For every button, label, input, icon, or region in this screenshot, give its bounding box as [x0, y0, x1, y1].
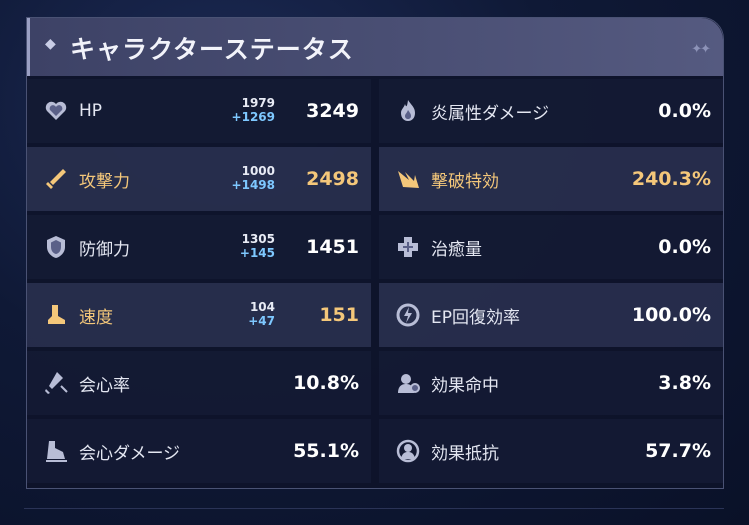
stat-row-healing[interactable]: 治癒量 0.0%	[379, 215, 723, 279]
stat-row-crit-rate[interactable]: 会心率 10.8%	[27, 351, 371, 415]
stat-bonus: +145	[239, 246, 275, 260]
stat-bonus: +47	[248, 314, 275, 328]
stat-base-values: 104 +47	[205, 300, 275, 328]
stat-label: 効果抵抗	[431, 443, 499, 464]
stat-value: 3.8%	[658, 372, 711, 394]
stat-row-crit-dmg[interactable]: 会心ダメージ 55.1%	[27, 419, 371, 483]
stat-label: 攻撃力	[79, 171, 130, 192]
crit-damage-icon	[41, 436, 71, 466]
break-effect-icon	[393, 164, 423, 194]
stat-row-spd[interactable]: 速度 104 +47 151	[27, 283, 371, 347]
stat-base-values: 1979 +1269	[205, 96, 275, 124]
stat-base: 1305	[241, 232, 275, 246]
stat-value: 55.1%	[293, 440, 359, 462]
stat-base: 1000	[241, 164, 275, 178]
stat-row-def[interactable]: 防御力 1305 +145 1451	[27, 215, 371, 279]
crit-rate-icon	[41, 368, 71, 398]
stat-label: 速度	[79, 307, 113, 328]
stat-base-values: 1000 +1498	[205, 164, 275, 192]
stat-value: 1451	[306, 236, 359, 258]
stat-bonus: +1498	[231, 178, 275, 192]
stat-row-energy-regen[interactable]: EP回復効率 100.0%	[379, 283, 723, 347]
stat-value: 100.0%	[631, 304, 711, 326]
stat-label: 撃破特効	[431, 171, 499, 192]
stat-base: 104	[249, 300, 275, 314]
stat-label: EP回復効率	[431, 307, 520, 328]
effect-res-icon	[393, 436, 423, 466]
stat-label: 炎属性ダメージ	[431, 103, 550, 124]
energy-regen-icon	[393, 300, 423, 330]
stat-bonus: +1269	[231, 110, 275, 124]
panel-title: キャラクターステータス	[70, 35, 354, 64]
fire-damage-icon	[393, 96, 423, 126]
stat-value: 2498	[306, 168, 359, 190]
stat-base: 1979	[241, 96, 275, 110]
stat-value: 0.0%	[658, 100, 711, 122]
stat-row-fire-dmg[interactable]: 炎属性ダメージ 0.0%	[379, 79, 723, 143]
shield-icon	[41, 232, 71, 262]
stat-label: 効果命中	[431, 375, 499, 396]
stat-value: 240.3%	[631, 168, 711, 190]
stat-row-effect-res[interactable]: 効果抵抗 57.7%	[379, 419, 723, 483]
healing-icon	[393, 232, 423, 262]
stat-label: 治癒量	[431, 239, 482, 260]
stat-row-effect-hit[interactable]: 効果命中 3.8%	[379, 351, 723, 415]
character-status-panel: ◆ キャラクターステータス ✦✦ HP 1979 +1269 3249 攻撃力 …	[26, 17, 724, 489]
stat-label: HP	[79, 101, 103, 121]
stat-label: 会心率	[79, 375, 130, 396]
effect-hit-icon	[393, 368, 423, 398]
stat-row-atk[interactable]: 攻撃力 1000 +1498 2498	[27, 147, 371, 211]
sword-icon	[41, 164, 71, 194]
stat-label: 防御力	[79, 239, 130, 260]
stat-value: 3249	[306, 100, 359, 122]
stat-label: 会心ダメージ	[79, 443, 181, 464]
boot-icon	[41, 300, 71, 330]
panel-header: ◆ キャラクターステータス ✦✦	[27, 18, 723, 76]
stat-value: 0.0%	[658, 236, 711, 258]
bottom-divider	[24, 508, 724, 509]
stat-row-break-effect[interactable]: 撃破特効 240.3%	[379, 147, 723, 211]
stat-value: 10.8%	[293, 372, 359, 394]
header-diamond-icon: ◆	[45, 36, 56, 52]
heart-icon	[41, 96, 71, 126]
stat-value: 57.7%	[645, 440, 711, 462]
stat-base-values: 1305 +145	[205, 232, 275, 260]
header-sparkle-icon: ✦✦	[691, 42, 711, 57]
stat-value: 151	[319, 304, 359, 326]
stat-row-hp[interactable]: HP 1979 +1269 3249	[27, 79, 371, 143]
